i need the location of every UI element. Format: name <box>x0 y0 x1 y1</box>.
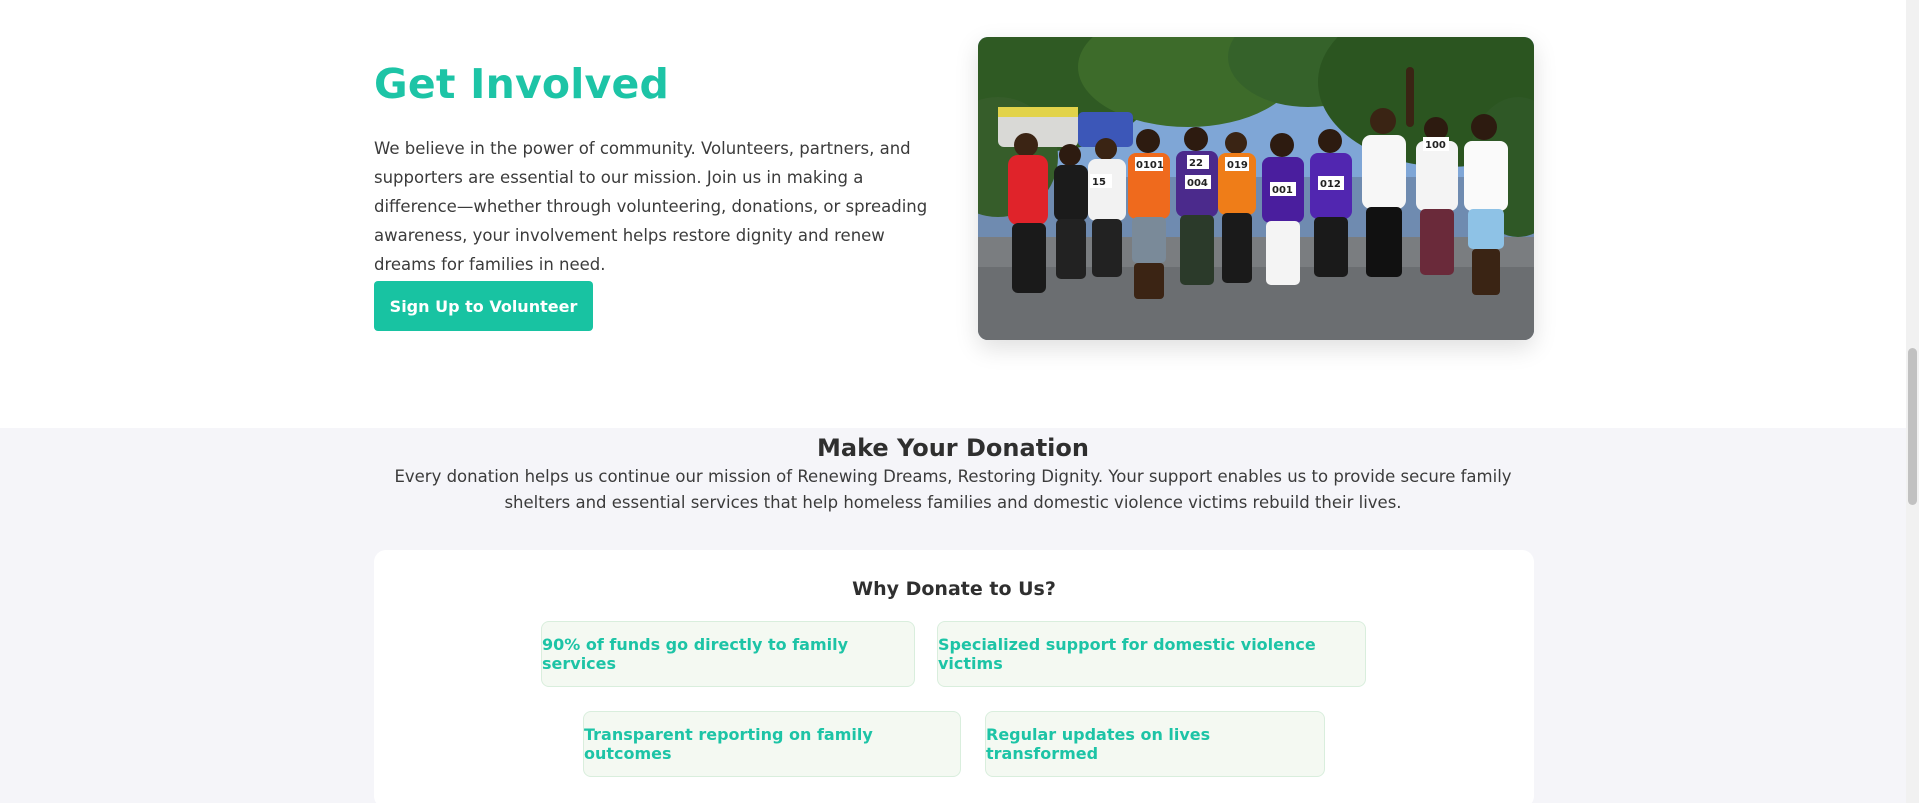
photo-bib: 001 <box>1272 185 1293 196</box>
get-involved-title: Get Involved <box>374 60 670 108</box>
photo-bib: 012 <box>1320 179 1341 190</box>
get-involved-text: We believe in the power of community. Vo… <box>374 139 928 274</box>
why-donate-card: Why Donate to Us? 90% of funds go direct… <box>374 550 1534 803</box>
reason-regular-updates: Regular updates on lives transformed <box>985 711 1325 777</box>
photo-bib: 0101 <box>1136 160 1164 171</box>
scrollbar-thumb[interactable] <box>1908 348 1917 505</box>
donation-title: Make Your Donation <box>817 434 1089 462</box>
reason-transparent-reporting: Transparent reporting on family outcomes <box>583 711 961 777</box>
photo-bib: 004 <box>1187 178 1208 189</box>
reason-domestic-violence-support: Specialized support for domestic violenc… <box>937 621 1366 687</box>
photo-bib: 15 <box>1092 177 1106 188</box>
page-scrollbar[interactable] <box>1906 0 1919 803</box>
photo-bib: 019 <box>1227 160 1248 171</box>
photo-bib: 100 <box>1425 140 1446 151</box>
donation-text: Every donation helps us continue our mis… <box>394 467 1512 512</box>
volunteers-group-photo: 15 0101 22 004 019 001 012 100 <box>978 37 1534 340</box>
donation-section: Make Your Donation Every donation helps … <box>0 428 1906 803</box>
sign-up-volunteer-button[interactable]: Sign Up to Volunteer <box>374 281 593 331</box>
get-involved-section: Get Involved We believe in the power of … <box>0 0 1906 428</box>
reason-funds-to-family-services: 90% of funds go directly to family servi… <box>541 621 915 687</box>
photo-bib: 22 <box>1189 158 1203 169</box>
why-donate-title: Why Donate to Us? <box>852 578 1056 600</box>
page: Get Involved We believe in the power of … <box>0 0 1919 803</box>
